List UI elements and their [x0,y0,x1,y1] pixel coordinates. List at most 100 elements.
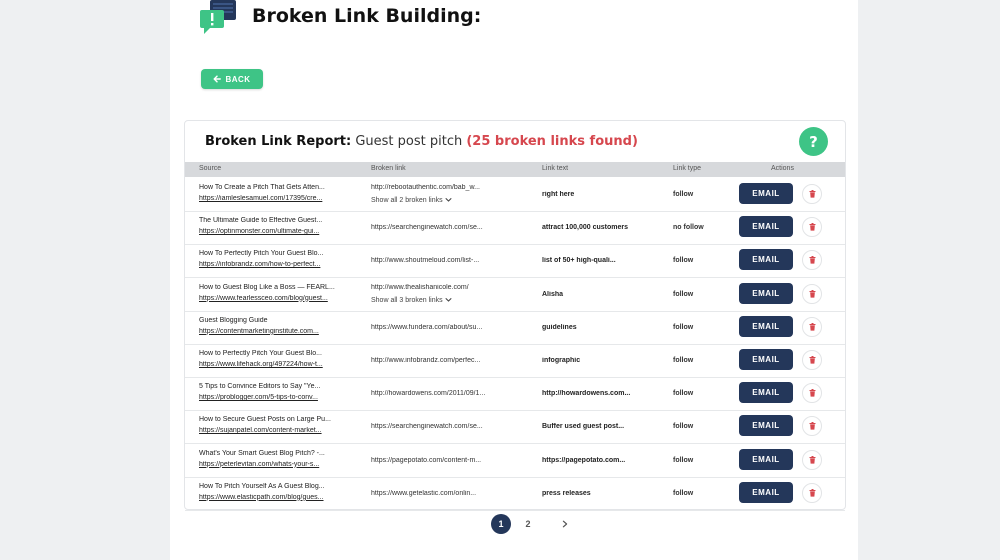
link-type: follow [673,456,694,464]
delete-button[interactable] [802,416,822,437]
delete-button[interactable] [802,383,822,404]
link-text: list of 50+ high-quali... [542,257,616,265]
delete-button[interactable] [802,482,822,503]
source-url-link[interactable]: https://www.elasticpath.com/blog/gues... [199,494,359,501]
link-type: no follow [673,224,704,232]
main-panel: Broken Link Building: BACK Broken Link R… [170,0,858,560]
link-type: follow [673,390,694,398]
trash-icon [809,356,815,364]
source-url-link[interactable]: https://infobrandz.com/how-to-perfect... [199,261,359,268]
chat-bubbles-icon [200,0,236,34]
link-text: right here [542,191,575,198]
source-url-link[interactable]: https://sujanpatel.com/content-market... [199,427,359,434]
trash-icon [809,190,815,198]
delete-button[interactable] [802,184,822,204]
email-button[interactable]: EMAIL [739,349,793,370]
table-row: How to Perfectly Pitch Your Guest Blo...… [185,344,845,378]
link-text: attract 100,000 customers [542,224,628,232]
show-all-broken-links[interactable]: Show all 2 broken links [371,197,452,204]
email-button[interactable]: EMAIL [739,282,793,304]
email-button[interactable]: EMAIL [739,382,793,404]
email-button[interactable]: EMAIL [739,249,793,271]
link-text: guidelines [542,323,577,331]
broken-link-url: https://searchenginewatch.com/se... [371,423,483,431]
source-url-link[interactable]: https://iamleslesamuel.com/17395/cre... [199,195,359,202]
header-link-text: Link text [542,165,569,172]
chevron-down-icon [445,297,452,302]
next-page-button[interactable] [555,514,575,534]
table-row: The Ultimate Guide to Effective Guest...… [185,211,845,246]
page-1-button[interactable]: 1 [491,514,511,534]
page-title: Broken Link Building: [252,5,482,27]
source-title: How To Create a Pitch That Gets Atten... [199,184,325,191]
source-url-link[interactable]: https://peterlevitan.com/whats-your-s... [199,461,359,468]
email-button[interactable]: EMAIL [739,448,793,470]
help-button[interactable]: ? [799,127,828,156]
header-broken-link: Broken link [371,165,406,172]
broken-link-url: https://searchenginewatch.com/se... [371,224,483,232]
link-text: Alisha [542,290,564,298]
email-button[interactable]: EMAIL [739,315,793,337]
broken-link-url: https://www.getelastic.com/onlin... [371,489,477,497]
trash-icon [809,455,815,464]
source-title: How to Secure Guest Posts on Large Pu... [199,416,331,424]
back-button-label: BACK [225,74,251,84]
source-url-link[interactable]: https://www.fearlessceo.com/blog/guest..… [199,295,359,302]
chevron-down-icon [445,198,452,202]
broken-link-url: http://www.thealishanicole.com/ [371,283,469,291]
table-row: How To Perfectly Pitch Your Guest Blo...… [185,244,845,279]
trash-icon [809,223,815,231]
header-actions: Actions [771,165,794,172]
header-source: Source [199,165,222,172]
delete-button[interactable] [802,250,822,271]
source-url-link[interactable]: https://contentmarketinginstitute.com... [199,328,359,335]
source-title: How To Pitch Yourself As A Guest Blog... [199,482,325,490]
report-heading: Broken Link Report: Guest post pitch (25… [205,134,638,149]
page-2-button[interactable]: 2 [518,514,538,534]
broken-count: (25 broken links found) [466,134,638,149]
table-row: How to Secure Guest Posts on Large Pu...… [185,410,845,445]
show-all-broken-links[interactable]: Show all 3 broken links [371,297,452,304]
link-text: infographic [542,357,581,364]
source-title: How to Perfectly Pitch Your Guest Blo... [199,350,322,357]
show-all-label: Show all 2 broken links [371,197,443,204]
link-text: press releases [542,489,591,497]
source-url-link[interactable]: https://www.lifehack.org/497224/how-t... [199,361,359,368]
email-button[interactable]: EMAIL [739,415,793,437]
delete-button[interactable] [802,316,822,337]
source-title: 5 Tips to Convince Editors to Say "Ye... [199,383,321,391]
delete-button[interactable] [802,217,822,238]
broken-link-url: https://pagepotato.com/content-m... [371,456,482,464]
email-button[interactable]: EMAIL [739,481,793,503]
broken-link-url: https://www.fundera.com/about/su... [371,323,483,331]
email-button[interactable]: EMAIL [739,216,793,238]
source-title: How to Guest Blog Like a Boss — FEARL... [199,283,335,291]
link-type: follow [673,423,694,431]
delete-button[interactable] [802,350,822,370]
table-row: How to Guest Blog Like a Boss — FEARL...… [185,278,845,312]
link-text: http://howardowens.com... [542,390,631,398]
source-url-link[interactable]: https://problogger.com/5-tips-to-conv... [199,394,359,401]
report-name: Guest post pitch [355,134,463,149]
broken-link-url: http://howardowens.com/2011/09/1... [371,390,486,398]
email-button[interactable]: EMAIL [739,183,793,204]
trash-icon [809,488,815,497]
trash-icon [809,389,815,397]
arrow-left-icon [213,75,222,83]
trash-icon [809,289,815,298]
source-url-link[interactable]: https://optinmonster.com/ultimate-gui... [199,228,359,235]
table-row: How To Create a Pitch That Gets Atten...… [185,178,845,212]
link-type: follow [673,323,694,331]
trash-icon [809,256,815,265]
table-row: Guest Blogging Guide https://contentmarke… [185,311,845,345]
source-title: The Ultimate Guide to Effective Guest... [199,217,323,225]
back-button[interactable]: BACK [201,69,263,89]
link-type: follow [673,489,694,497]
broken-link-url: http://rebootauthentic.com/bab_w... [371,184,480,191]
link-text: Buffer used guest post... [542,423,625,431]
link-type: follow [673,290,694,298]
delete-button[interactable] [802,283,822,304]
link-text: https://pagepotato.com... [542,456,626,464]
table-row: What's Your Smart Guest Blog Pitch? -...… [185,444,845,478]
delete-button[interactable] [802,449,822,470]
